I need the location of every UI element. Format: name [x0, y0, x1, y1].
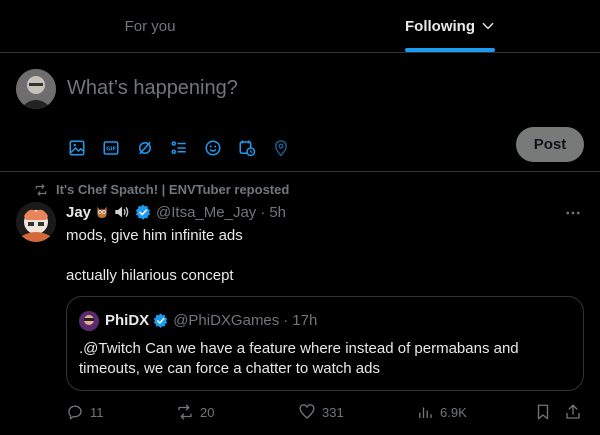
more-options-icon[interactable] [564, 204, 582, 227]
schedule-icon[interactable] [230, 131, 264, 165]
views-count: 6.9K [440, 404, 467, 420]
active-tab-indicator [405, 48, 495, 52]
like-count: 331 [322, 404, 344, 420]
avatar[interactable] [16, 69, 56, 109]
separator-dot: · [283, 312, 289, 329]
speaker-icon [113, 204, 131, 220]
author-name[interactable]: Jay [66, 204, 91, 221]
quoted-header: PhiDX @PhiDXGames · 17h [105, 312, 317, 329]
repost-count: 20 [200, 404, 215, 420]
verified-badge-icon [152, 312, 169, 329]
quoted-avatar [79, 311, 99, 331]
tweet-actions: 11 20 331 6.9K [66, 403, 586, 423]
timestamp[interactable]: 5h [269, 204, 286, 221]
quoted-author-name: PhiDX [105, 312, 150, 329]
views-button[interactable]: 6.9K [416, 403, 467, 421]
compose-input[interactable]: What’s happening? [67, 77, 238, 100]
reply-icon [68, 405, 82, 420]
post-button[interactable]: Post [516, 127, 584, 162]
bookmark-icon[interactable] [534, 403, 552, 421]
heart-icon [299, 404, 315, 419]
emoji-icon[interactable] [196, 131, 230, 165]
tab-following[interactable]: Following [300, 0, 600, 52]
share-icon[interactable] [564, 403, 582, 421]
tweet-text: mods, give him infinite ads actually hil… [66, 227, 243, 284]
reply-count: 11 [90, 404, 104, 420]
tweet-header: Jay @Itsa_Me_Jay · 5h [66, 203, 286, 221]
like-button[interactable]: 331 [298, 403, 344, 421]
image-icon[interactable] [60, 131, 94, 165]
separator-dot: · [260, 203, 266, 221]
tab-following-label: Following [405, 17, 475, 35]
tab-for-you-label: For you [124, 17, 176, 35]
quoted-author-handle: @PhiDXGames [173, 312, 280, 329]
location-icon[interactable] [264, 131, 298, 165]
verified-badge-icon [134, 203, 152, 221]
tab-for-you[interactable]: For you [0, 0, 300, 52]
repost-label: It's Chef Spatch! | ENVTuber reposted [56, 182, 290, 197]
repost-context: It's Chef Spatch! | ENVTuber reposted [34, 182, 289, 197]
timeline-tabs: For you Following [0, 0, 600, 53]
author-handle[interactable]: @Itsa_Me_Jay [156, 204, 256, 221]
quoted-timestamp: 17h [292, 312, 318, 329]
svg-text:GIF: GIF [106, 146, 116, 152]
tweet[interactable]: It's Chef Spatch! | ENVTuber reposted Ja… [0, 172, 600, 435]
views-icon [419, 407, 432, 418]
quoted-tweet[interactable]: PhiDX @PhiDXGames · 17h .@Twitch Can we … [66, 296, 584, 391]
reply-button[interactable]: 11 [66, 403, 104, 421]
gif-icon[interactable]: GIF [94, 131, 128, 165]
grok-icon[interactable] [128, 131, 162, 165]
repost-icon [35, 183, 47, 196]
compose-box: What’s happening? GIF Post [0, 53, 600, 172]
chevron-down-icon[interactable] [481, 19, 495, 33]
compose-toolbar: GIF [60, 131, 298, 165]
repost-icon [178, 404, 192, 420]
repost-button[interactable]: 20 [176, 403, 214, 421]
owl-icon [94, 204, 110, 220]
avatar[interactable] [16, 202, 56, 242]
poll-icon[interactable] [162, 131, 196, 165]
quoted-text: .@Twitch Can we have a feature where ins… [79, 340, 519, 377]
